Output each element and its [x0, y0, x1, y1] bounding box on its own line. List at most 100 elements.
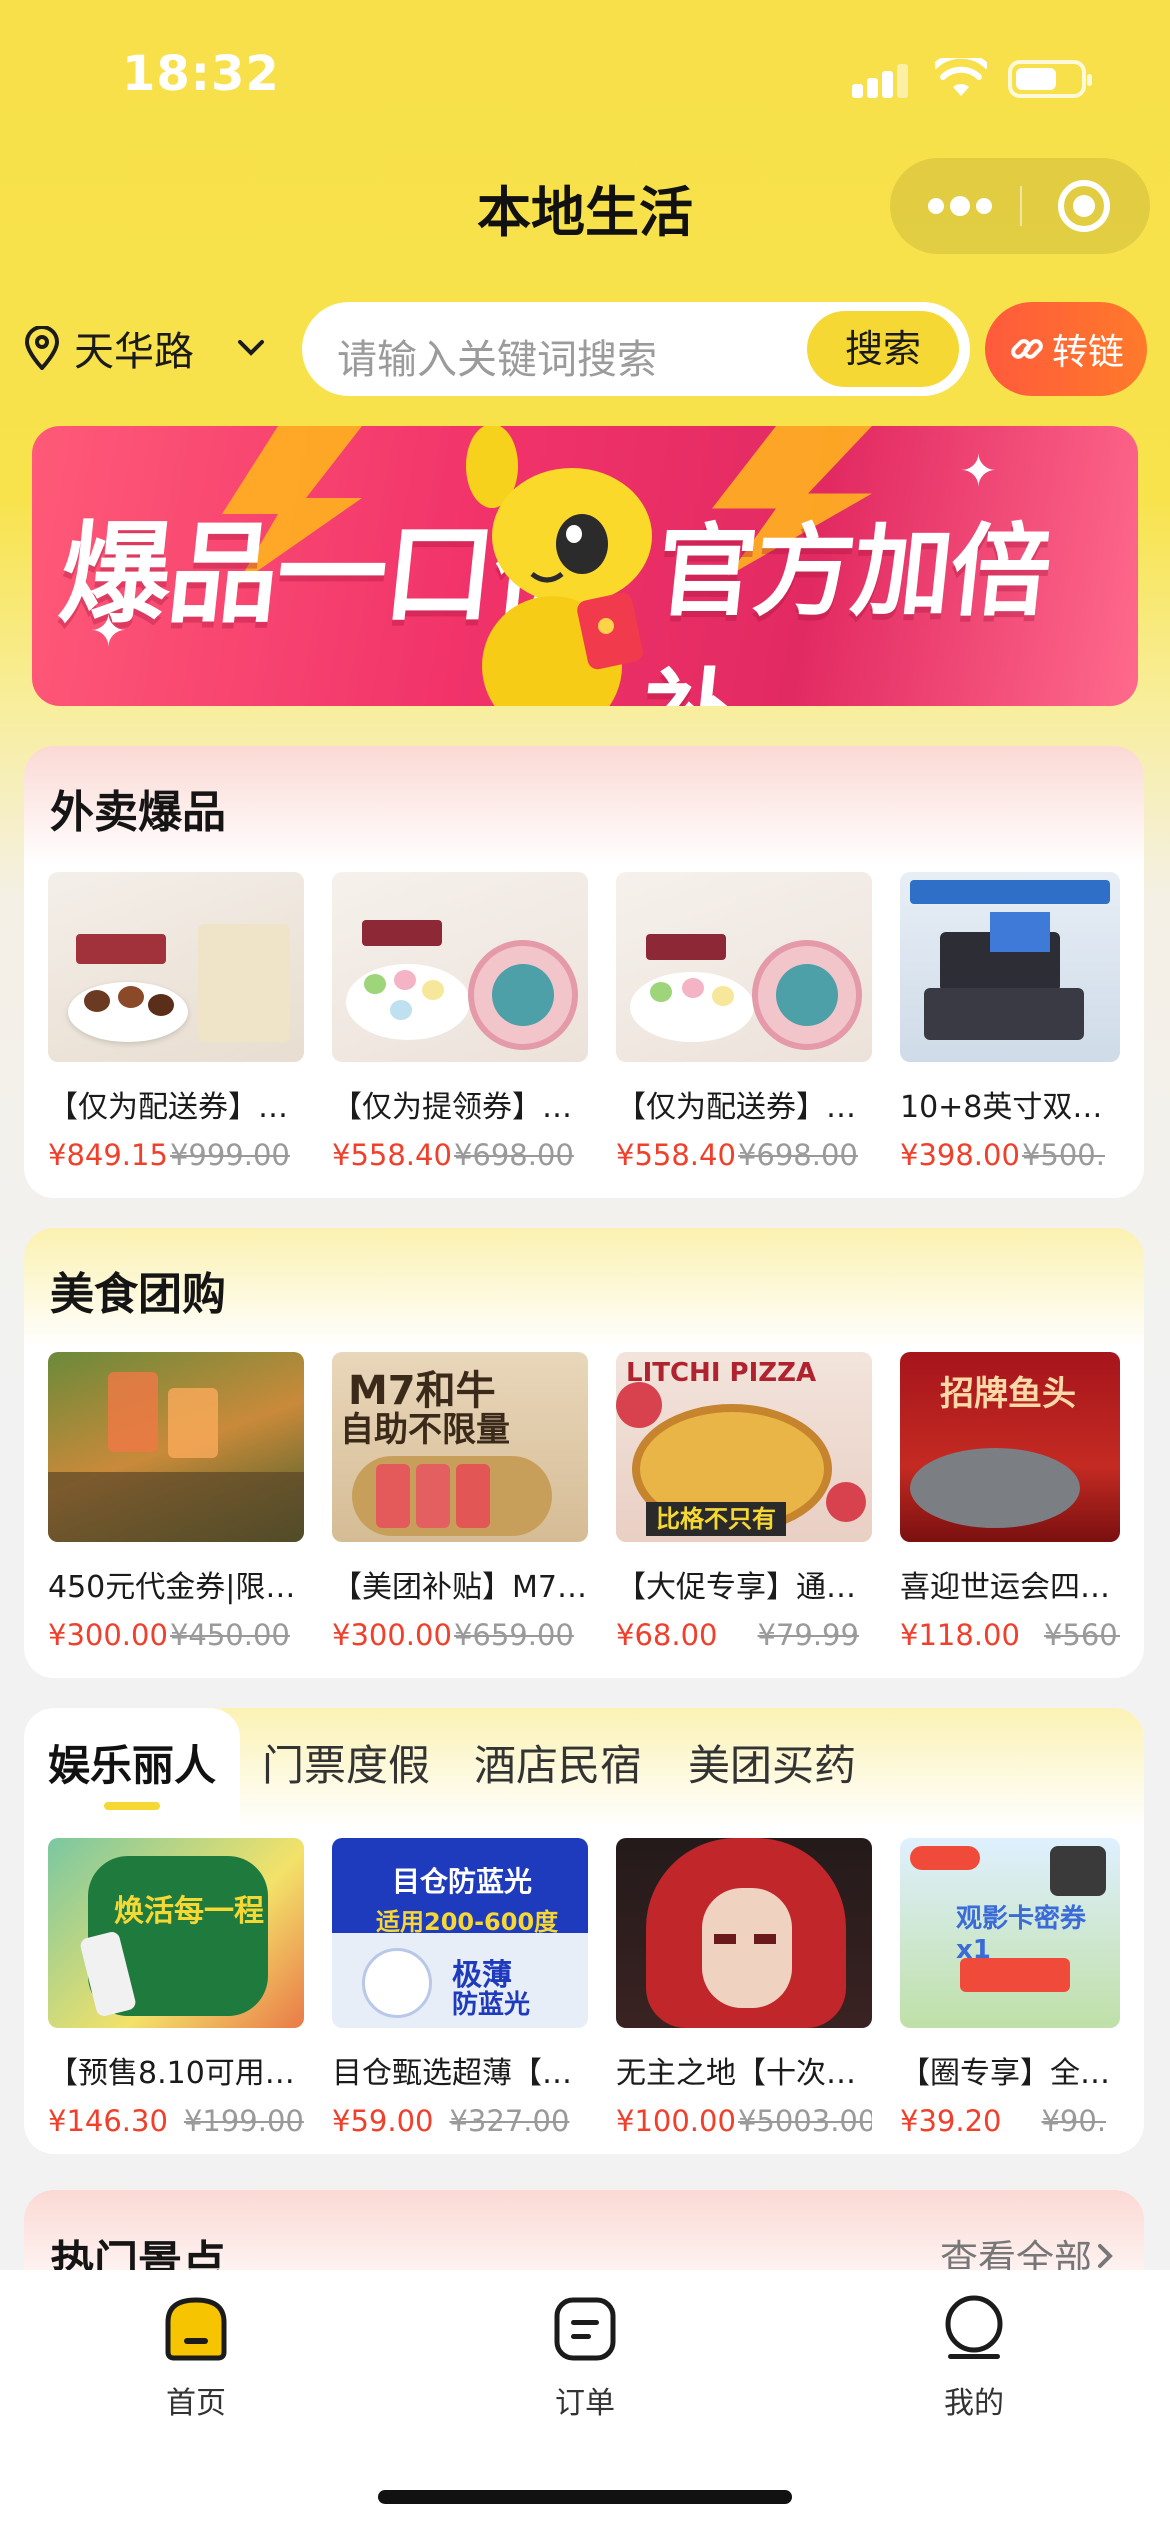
home-icon	[165, 2297, 227, 2361]
product-old-price: ¥327.00	[449, 2104, 570, 2138]
product-card[interactable]: 【仅为配送券】哈根达斯 ¥849.15¥999.00	[48, 872, 304, 1172]
product-card[interactable]: 观影卡密券x1 【圈专享】全部.. ¥39.20 ¥90.	[900, 1838, 1120, 2138]
product-card[interactable]: 10+8英寸双层冰 ¥398.00¥500.	[900, 872, 1120, 1172]
product-card[interactable]: 焕活每一程 【预售8.10可用】焕活 ¥146.30 ¥199.00	[48, 1838, 304, 2138]
product-image: 焕活每一程	[48, 1838, 304, 2028]
product-old-price: ¥698.00	[737, 1138, 858, 1172]
product-name: 【圈专享】全部..	[900, 2056, 1120, 2091]
product-image: M7和牛 自助不限量	[332, 1352, 588, 1542]
tab-tickets-vacation[interactable]: 门票度假	[262, 1732, 430, 1793]
group-buy-section: 美食团购 450元代金券|限时抢购 ¥300.00¥450.00 M7和牛 自助…	[24, 1228, 1144, 1678]
product-name: 【仅为配送券】哈根达斯	[48, 1090, 304, 1125]
product-image: 目仓防蓝光 适用200-600度 极薄 防蓝光	[332, 1838, 588, 2028]
close-mini-program-icon[interactable]	[1058, 180, 1110, 232]
product-old-price: ¥90.	[1041, 2104, 1107, 2138]
product-name: 【仅为提领券】哈根达斯	[332, 1090, 588, 1125]
relink-label: 转链	[1051, 332, 1124, 373]
product-card[interactable]: LITCHI PIZZA 比格不只有 【大促专享】通用券 ¥68.00 ¥79.9…	[616, 1352, 872, 1652]
product-name: 【大促专享】通用券	[616, 1570, 872, 1605]
product-name: 【美团补贴】M7和牛自助	[332, 1570, 588, 1605]
entertainment-section: 娱乐丽人 门票度假 酒店民宿 美团买药 焕活每一程 【预售8.10可用】焕活 ¥…	[24, 1708, 1144, 2154]
product-image	[900, 872, 1120, 1062]
product-name: 目仓甄选超薄【防蓝光】	[332, 2056, 588, 2091]
nav-label: 订单	[555, 2386, 615, 2421]
search-button[interactable]: 搜索	[807, 311, 959, 387]
product-card[interactable]: M7和牛 自助不限量 【美团补贴】M7和牛自助 ¥300.00¥659.00	[332, 1352, 588, 1652]
tab-beauty-entertainment[interactable]: 娱乐丽人	[48, 1732, 216, 1793]
product-card[interactable]: 无主之地【十次元】 ¥100.00¥5003.00	[616, 1838, 872, 2138]
location-text: 天华路	[74, 329, 194, 375]
location-pin-icon	[24, 326, 60, 370]
product-price: ¥398.00	[900, 1138, 1020, 1172]
product-name: 450元代金券|限时抢购	[48, 1570, 304, 1605]
product-name: 【仅为配送券】哈根达斯	[616, 1090, 872, 1125]
product-card[interactable]: 【仅为提领券】哈根达斯 ¥558.40¥698.00	[332, 872, 588, 1172]
promo-banner[interactable]: 爆品一口价 官方加倍补 ✦ ✦	[32, 426, 1138, 706]
nav-label: 首页	[166, 2386, 226, 2421]
product-old-price: ¥5003.00	[737, 2104, 872, 2138]
product-old-price: ¥500.	[1021, 1138, 1105, 1172]
product-price: ¥146.30	[48, 2104, 168, 2138]
product-name: 喜迎世运会四人..	[900, 1570, 1120, 1605]
product-image: 观影卡密券x1	[900, 1838, 1120, 2028]
product-name: 10+8英寸双层冰	[900, 1090, 1120, 1125]
category-tabs: 娱乐丽人 门票度假 酒店民宿 美团买药	[24, 1708, 1144, 1828]
profile-icon	[945, 2295, 1003, 2359]
product-old-price: ¥450.00	[169, 1618, 290, 1652]
product-price: ¥558.40	[616, 1138, 736, 1172]
cellular-signal-icon	[852, 62, 910, 98]
battery-icon	[1008, 60, 1092, 98]
home-indicator	[378, 2490, 792, 2504]
product-price: ¥558.40	[332, 1138, 452, 1172]
product-price: ¥300.00	[48, 1618, 168, 1652]
nav-home[interactable]: 首页	[116, 2292, 276, 2422]
nav-orders[interactable]: 订单	[505, 2292, 665, 2422]
product-old-price: ¥199.00	[183, 2104, 304, 2138]
chevron-down-icon	[238, 340, 264, 356]
tab-pharmacy[interactable]: 美团买药	[688, 1732, 856, 1793]
product-image: 招牌鱼头	[900, 1352, 1120, 1542]
product-image	[616, 1838, 872, 2028]
section-title: 外卖爆品	[50, 787, 226, 838]
product-image	[48, 872, 304, 1062]
product-price: ¥300.00	[332, 1618, 452, 1652]
product-image	[332, 872, 588, 1062]
link-icon	[1011, 339, 1043, 359]
section-title: 美食团购	[50, 1269, 226, 1320]
banner-right-text: 官方加倍补	[635, 513, 1055, 706]
product-old-price: ¥659.00	[453, 1618, 574, 1652]
product-old-price: ¥79.99	[757, 1618, 859, 1652]
product-name: 【预售8.10可用】焕活	[48, 2056, 304, 2091]
nav-profile[interactable]: 我的	[894, 2292, 1054, 2422]
product-old-price: ¥999.00	[169, 1138, 290, 1172]
search-box[interactable]: 请输入关键词搜索 搜索	[302, 302, 970, 396]
takeout-section: 外卖爆品 【仅为配送券】哈根达斯 ¥849.15¥999.00	[24, 746, 1144, 1198]
relink-button[interactable]: 转链	[985, 302, 1147, 396]
product-price: ¥118.00	[900, 1618, 1020, 1652]
product-card[interactable]: 450元代金券|限时抢购 ¥300.00¥450.00	[48, 1352, 304, 1652]
product-price: ¥59.00	[332, 2104, 434, 2138]
status-bar: 18:32	[0, 0, 1170, 150]
tab-hotels[interactable]: 酒店民宿	[474, 1732, 642, 1793]
product-card[interactable]: 招牌鱼头 喜迎世运会四人.. ¥118.00 ¥560.	[900, 1352, 1120, 1652]
kangaroo-mascot-icon	[466, 426, 652, 706]
status-time: 18:32	[122, 46, 280, 102]
product-card[interactable]: 【仅为配送券】哈根达斯 ¥558.40¥698.00	[616, 872, 872, 1172]
orders-icon	[554, 2297, 616, 2361]
mini-program-capsule[interactable]	[890, 158, 1150, 254]
product-price: ¥100.00	[616, 2104, 736, 2138]
location-selector[interactable]: 天华路	[22, 316, 266, 380]
product-card[interactable]: 目仓防蓝光 适用200-600度 极薄 防蓝光 目仓甄选超薄【防蓝光】 ¥59.…	[332, 1838, 588, 2138]
chevron-right-icon	[1098, 2243, 1113, 2268]
product-price: ¥39.20	[900, 2104, 1002, 2138]
product-price: ¥849.15	[48, 1138, 168, 1172]
active-tab-indicator	[104, 1802, 160, 1810]
product-image: LITCHI PIZZA 比格不只有	[616, 1352, 872, 1542]
product-price: ¥68.00	[616, 1618, 718, 1652]
nav-label: 我的	[944, 2386, 1004, 2421]
more-icon[interactable]	[928, 194, 1004, 218]
product-old-price: ¥698.00	[453, 1138, 574, 1172]
product-image	[616, 872, 872, 1062]
search-input[interactable]: 请输入关键词搜索	[337, 327, 657, 385]
product-old-price: ¥560.	[1043, 1618, 1120, 1652]
